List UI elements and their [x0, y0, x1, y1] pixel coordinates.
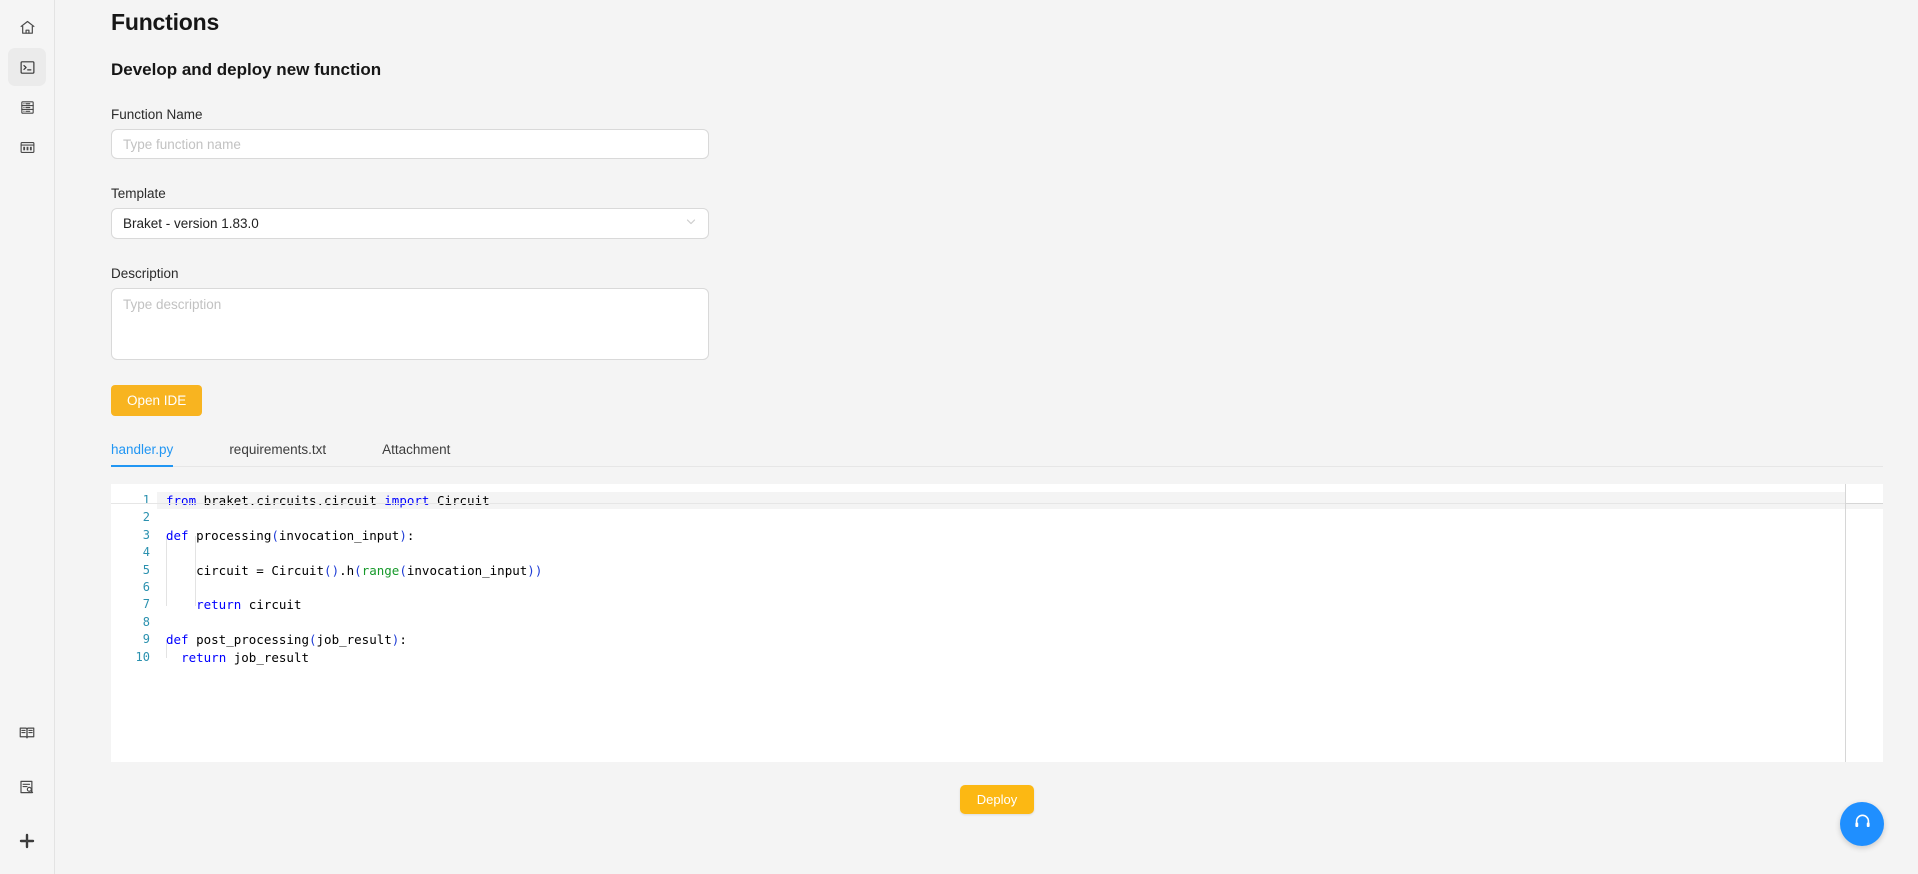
line-number: 5 [142, 562, 150, 577]
sidebar-item-home[interactable] [8, 8, 46, 46]
new-function-form: Function Name Template Braket - version … [111, 107, 1918, 814]
template-label: Template [111, 186, 166, 201]
sidebar-item-integrations[interactable] [8, 822, 46, 860]
editor-code-area[interactable]: from braket.circuits.circuit import Circ… [157, 484, 1883, 762]
description-label: Description [111, 266, 179, 281]
terminal-icon [19, 59, 36, 76]
dashboard-icon [19, 139, 36, 156]
file-tabs: handler.py requirements.txt Attachment [111, 442, 1883, 467]
server-stack-icon [19, 99, 36, 116]
editor-minimap-divider [1845, 484, 1846, 762]
document-search-icon [18, 778, 36, 796]
line-number: 8 [142, 614, 150, 629]
sidebar-item-search-docs[interactable] [8, 768, 46, 806]
deploy-row: Deploy [111, 785, 1883, 814]
sidebar-top-group [8, 0, 46, 166]
open-ide-row: Open IDE [111, 385, 1918, 416]
sidebar-item-docs[interactable] [8, 714, 46, 752]
tab-attachment[interactable]: Attachment [382, 442, 450, 466]
editor-line-numbers: 1 2 3 4 5 6 7 8 9 10 [111, 484, 157, 762]
code-line: def processing(invocation_input): [166, 527, 415, 543]
tab-handler-py[interactable]: handler.py [111, 442, 174, 467]
line-number: 6 [142, 579, 150, 594]
sidebar-item-functions[interactable] [8, 48, 46, 86]
line-number: 1 [142, 493, 150, 507]
line-number: 7 [142, 597, 150, 612]
app-root: Functions Develop and deploy new functio… [0, 0, 1918, 874]
template-select[interactable]: Braket - version 1.83.0 [111, 208, 709, 239]
sidebar-item-storage[interactable] [8, 88, 46, 126]
template-selected-value: Braket - version 1.83.0 [123, 216, 259, 231]
tab-requirements-txt[interactable]: requirements.txt [229, 442, 326, 466]
template-select-wrapper: Braket - version 1.83.0 [111, 208, 709, 239]
section-title: Develop and deploy new function [111, 60, 382, 79]
code-line: return job_result [181, 649, 310, 665]
support-button[interactable] [1840, 802, 1884, 846]
function-name-input[interactable] [111, 129, 709, 159]
line-number: 2 [142, 510, 150, 525]
line-number: 3 [142, 527, 150, 542]
code-line: circuit = Circuit().h(range(invocation_i… [166, 562, 543, 578]
headset-icon [1853, 812, 1872, 836]
code-line: return circuit [196, 597, 302, 613]
code-line: from braket.circuits.circuit import Circ… [157, 492, 1883, 510]
editor-minimap-slider[interactable] [1845, 484, 1883, 504]
code-editor[interactable]: 1 2 3 4 5 6 7 8 9 10 from braket.circuit… [111, 484, 1883, 762]
page-title: Functions [111, 9, 220, 35]
book-icon [18, 724, 36, 742]
slack-icon [18, 832, 36, 850]
editor-top-divider [111, 503, 1883, 504]
sidebar-bottom-group [0, 714, 54, 860]
line-number: 9 [142, 632, 150, 647]
code-line: def post_processing(job_result): [166, 632, 407, 648]
main-content: Functions Develop and deploy new functio… [55, 0, 1918, 874]
left-sidebar [0, 0, 55, 874]
description-textarea[interactable] [111, 288, 709, 360]
home-icon [19, 19, 36, 36]
line-number: 10 [135, 649, 150, 664]
deploy-button[interactable]: Deploy [959, 785, 1035, 814]
open-ide-button[interactable]: Open IDE [111, 385, 203, 416]
sidebar-item-dashboard[interactable] [8, 128, 46, 166]
line-number: 4 [142, 545, 150, 560]
function-name-label: Function Name [111, 107, 203, 122]
